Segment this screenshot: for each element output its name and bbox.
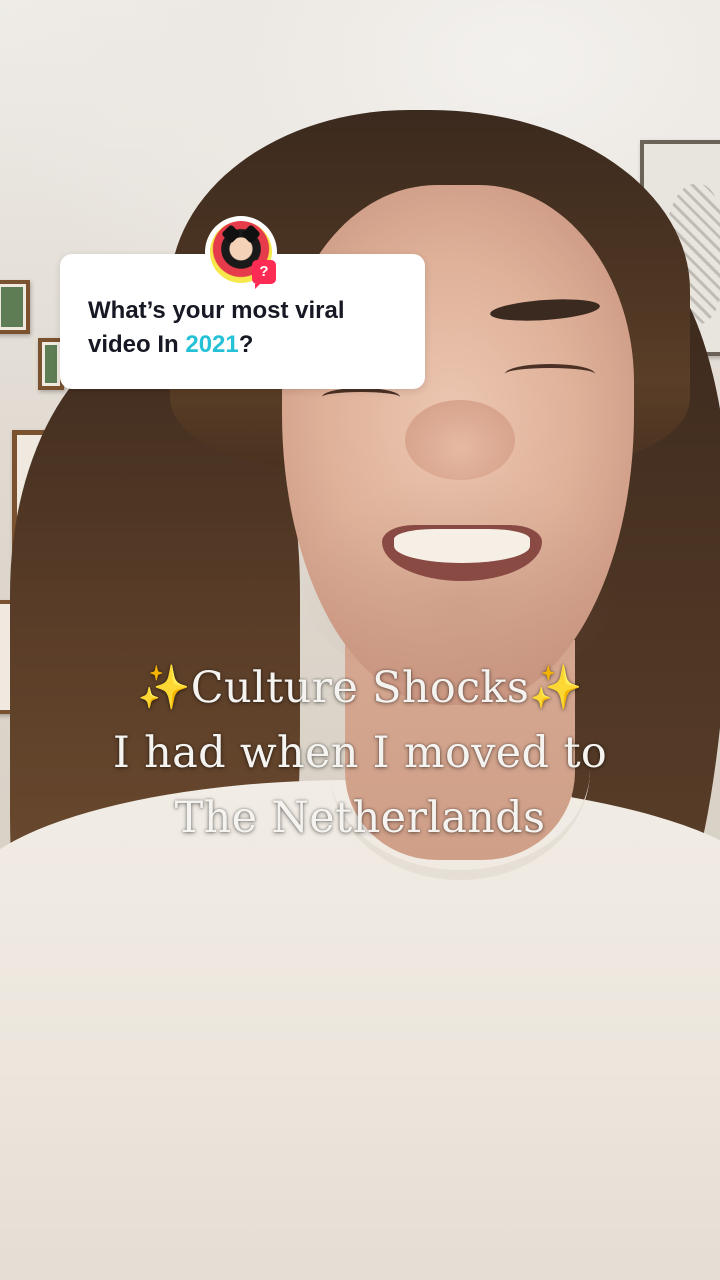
sparkles-icon: ✨: [529, 663, 584, 713]
video-frame: What’s your most viral video In 2021? ? …: [0, 0, 720, 1280]
sparkles-icon: ✨: [136, 663, 191, 713]
teeth: [394, 529, 530, 563]
nose: [405, 400, 515, 480]
video-caption: ✨Culture Shocks✨ I had when I moved to T…: [0, 656, 720, 851]
caption-line-2: I had when I moved to: [112, 728, 608, 778]
question-text-end: ?: [238, 331, 254, 358]
caption-line-1: ✨Culture Shocks✨: [0, 656, 720, 721]
wall-frame-small: [0, 280, 30, 334]
shirt: [0, 780, 720, 1280]
question-highlight-year: 2021: [185, 331, 239, 358]
eye-closed: [505, 364, 595, 384]
eye-closed: [322, 388, 400, 406]
question-text: What’s your most viral video In 2021?: [88, 294, 408, 362]
question-badge-icon: ?: [252, 260, 276, 289]
caption-line-3: The Netherlands: [174, 793, 546, 843]
caption-line-1-text: Culture Shocks: [190, 663, 530, 713]
